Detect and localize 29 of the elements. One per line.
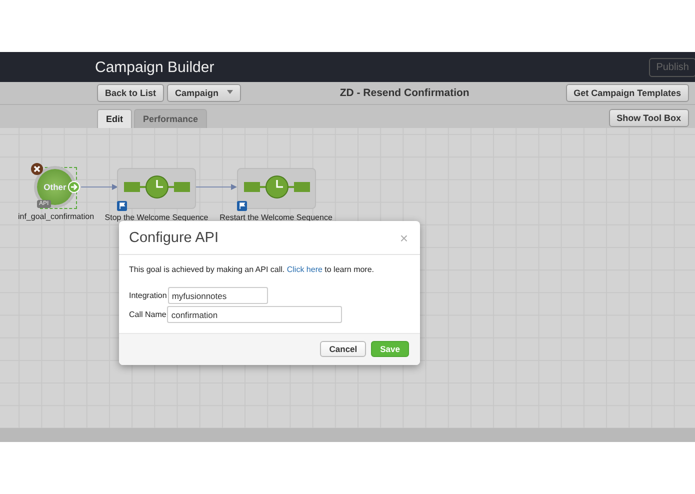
sequence-node[interactable] — [236, 168, 316, 209]
sequence-node[interactable] — [117, 168, 196, 209]
campaign-dropdown[interactable]: Campaign — [167, 84, 241, 102]
node-label: Restart the Welcome Sequence — [220, 213, 332, 222]
field-label: Integration — [129, 291, 167, 300]
flag-icon — [236, 201, 246, 211]
templates-button[interactable]: Get Campaign Templates — [566, 84, 689, 102]
connector-arrow — [196, 184, 237, 190]
dialog-title: Configure API — [129, 230, 220, 246]
flag-icon — [117, 201, 127, 211]
node-label: inf_goal_confirmation — [18, 212, 94, 221]
tab[interactable]: Edit — [97, 109, 132, 128]
node-label: Stop the Welcome Sequence — [104, 213, 208, 222]
app-title: Campaign Builder — [95, 58, 216, 76]
input-field[interactable]: confirmation — [167, 306, 342, 323]
input-field[interactable]: myfusionnotes — [168, 287, 268, 304]
learn-more-link[interactable]: Click here — [286, 265, 322, 274]
arrow-circle-icon[interactable] — [68, 181, 80, 193]
timer-sequence-icon — [124, 175, 190, 199]
campaign-title: ZD - Resend Confirmation — [338, 87, 470, 99]
tab[interactable]: Performance — [134, 109, 208, 128]
timer-sequence-icon — [244, 175, 310, 199]
delete-icon[interactable] — [31, 163, 43, 175]
toolbox-button[interactable]: Show Tool Box — [608, 109, 689, 127]
intro-text: This goal is achieved by making an API call. Click here to learn more. — [129, 265, 376, 274]
cancel-button[interactable]: Cancel — [320, 341, 366, 357]
connector-arrow — [80, 184, 118, 190]
field-label: Call Name — [129, 310, 166, 319]
back-button[interactable]: Back to List — [97, 84, 164, 102]
